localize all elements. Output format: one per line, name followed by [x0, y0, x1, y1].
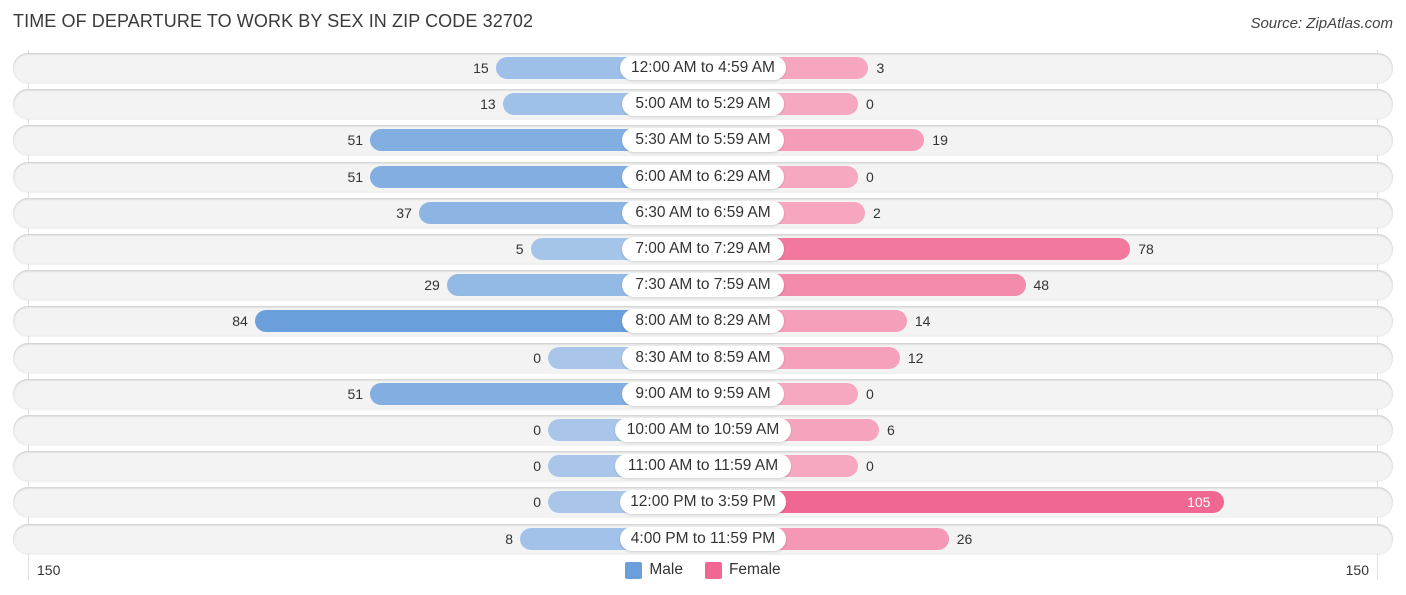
value-label-male: 15 — [473, 60, 489, 76]
value-label-female: 78 — [1138, 241, 1154, 257]
category-label: 4:00 PM to 11:59 PM — [620, 526, 786, 551]
value-label-male: 0 — [533, 349, 541, 366]
category-label: 8:30 AM to 8:59 AM — [622, 345, 784, 370]
category-label: 12:00 AM to 4:59 AM — [620, 56, 786, 80]
category-label: 12:00 PM to 3:59 PM — [620, 490, 786, 515]
value-label-male: 0 — [533, 422, 541, 438]
legend-swatch-male — [625, 561, 643, 579]
legend-label-male: Male — [649, 561, 683, 578]
value-label-female: 12 — [907, 349, 924, 366]
legend-label-female: Female — [728, 561, 781, 578]
chart-title: TIME OF DEPARTURE TO WORK BY SEX IN ZIP … — [13, 11, 534, 31]
value-label-female: 2 — [872, 204, 881, 221]
value-label-male: 5 — [515, 241, 524, 257]
value-label-male: 0 — [533, 458, 541, 475]
legend-item-female[interactable]: Female — [704, 561, 781, 579]
value-label-male: 51 — [347, 132, 364, 149]
category-label: 11:00 AM to 11:59 AM — [615, 454, 791, 479]
value-label-female: 48 — [1033, 277, 1050, 294]
value-label-male: 37 — [396, 204, 412, 221]
value-label-male: 51 — [347, 385, 364, 402]
value-label-male: 29 — [424, 277, 440, 294]
value-label-male: 13 — [480, 96, 496, 113]
category-label: 8:00 AM to 8:29 AM — [622, 309, 784, 334]
source-label: Source: ZipAtlas.com — [1250, 15, 1393, 32]
value-label-female: 3 — [876, 60, 885, 76]
category-label: 7:30 AM to 7:59 AM — [622, 273, 784, 298]
value-label-female: 0 — [866, 385, 874, 402]
value-label-male: 8 — [505, 530, 514, 547]
value-label-female: 105 — [1187, 494, 1211, 511]
category-label: 7:00 AM to 7:29 AM — [622, 237, 784, 261]
value-label-male: 84 — [232, 313, 248, 330]
category-label: 6:30 AM to 6:59 AM — [622, 200, 784, 225]
value-label-female: 26 — [956, 530, 973, 547]
value-label-male: 0 — [533, 494, 541, 511]
value-label-female: 0 — [866, 458, 874, 475]
value-label-female: 19 — [932, 132, 948, 149]
value-label-female: 6 — [886, 422, 895, 438]
category-label: 6:00 AM to 6:29 AM — [622, 164, 784, 189]
value-label-female: 14 — [914, 313, 931, 330]
value-label-female: 0 — [866, 96, 874, 113]
category-label: 9:00 AM to 9:59 AM — [622, 381, 784, 406]
category-label: 10:00 AM to 10:59 AM — [615, 418, 791, 442]
legend-swatch-female — [704, 561, 722, 579]
value-label-male: 51 — [347, 168, 364, 185]
legend-item-male[interactable]: Male — [625, 561, 683, 579]
category-label: 5:00 AM to 5:29 AM — [622, 92, 784, 117]
value-label-female: 0 — [866, 168, 874, 185]
category-label: 5:30 AM to 5:59 AM — [622, 128, 784, 153]
legend: Male Female — [0, 561, 1406, 579]
